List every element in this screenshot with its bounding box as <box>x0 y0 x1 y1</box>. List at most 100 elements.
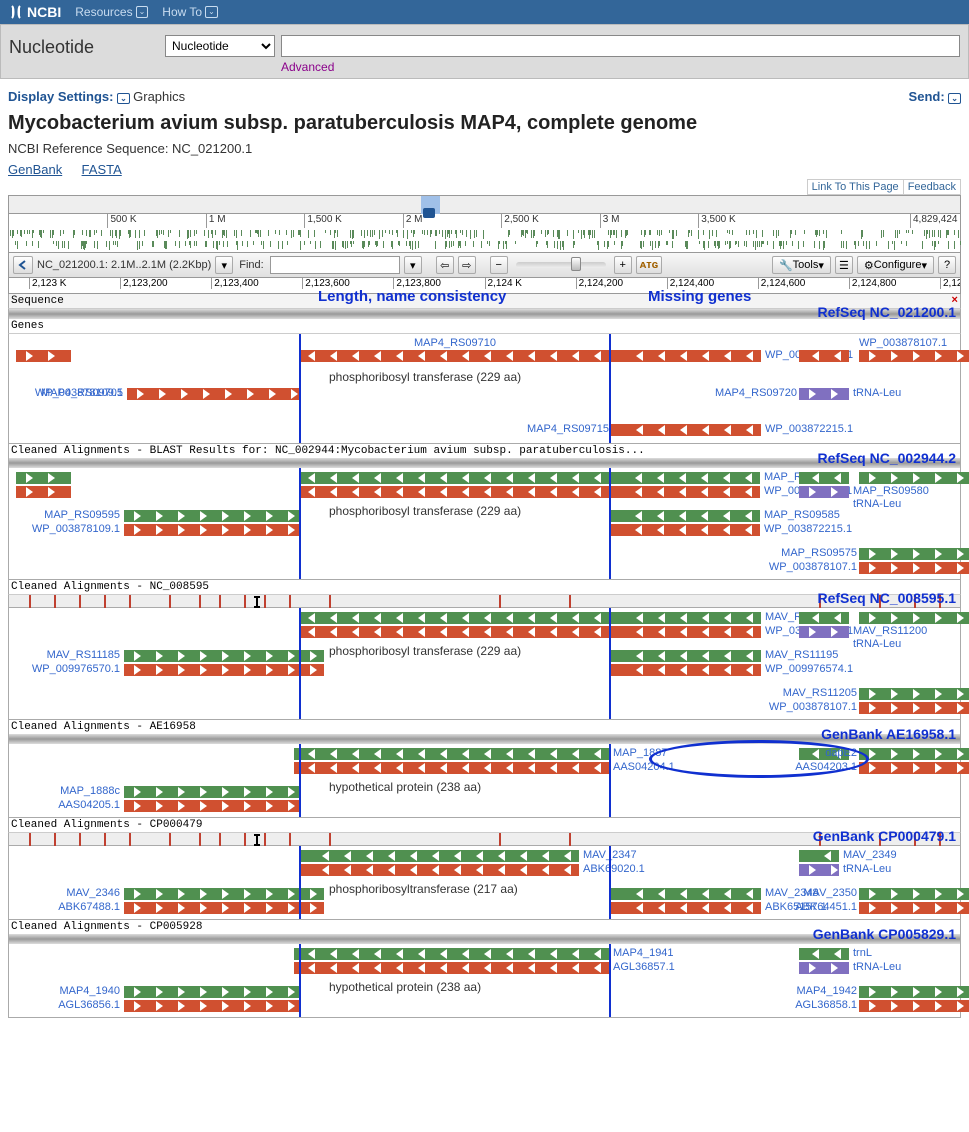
gene-feature[interactable] <box>859 702 969 714</box>
gene-label[interactable]: MAP_RS09595 <box>24 509 120 521</box>
gene-label[interactable]: MAP4_RS09710 <box>414 337 496 349</box>
gene-feature[interactable] <box>610 510 760 522</box>
gene-label[interactable]: ABK67488.1 <box>24 901 120 913</box>
tools-button[interactable]: 🔧 Tools ▾ <box>772 256 831 274</box>
gene-label[interactable]: MAP_RS09575 <box>761 547 857 559</box>
gene-label[interactable]: MAP4_1940 <box>24 985 120 997</box>
genbank-link[interactable]: GenBank <box>8 162 62 177</box>
gene-feature[interactable] <box>859 1000 969 1012</box>
gene-feature[interactable] <box>859 986 969 998</box>
gene-feature[interactable] <box>859 562 969 574</box>
gene-feature[interactable] <box>799 612 849 624</box>
gene-label[interactable]: AGL36858.1 <box>761 999 857 1011</box>
send-button[interactable]: Send: ⌄ <box>909 89 961 104</box>
gene-label[interactable]: MAP4_1941 <box>613 947 674 959</box>
gene-label[interactable]: AAS04205.1 <box>24 799 120 811</box>
zoom-seq-button[interactable]: ᴀᴛɢ <box>636 256 662 274</box>
layers-button[interactable]: ☰ <box>835 256 853 274</box>
gene-feature[interactable] <box>124 888 324 900</box>
gene-feature[interactable] <box>124 650 324 662</box>
gene-feature[interactable] <box>124 510 299 522</box>
gene-label[interactable]: MAV_RS11195 <box>765 649 838 661</box>
gene-feature[interactable] <box>294 962 609 974</box>
gene-feature[interactable] <box>611 424 761 436</box>
gene-feature[interactable] <box>799 864 839 876</box>
gene-feature[interactable] <box>299 472 609 484</box>
gene-label[interactable]: tRNA-Leu <box>853 498 901 510</box>
gene-feature[interactable] <box>610 486 760 498</box>
genome-track[interactable]: MAP4_1941AGL36857.1trnLtRNA-LeuMAP4_1940… <box>8 944 961 1018</box>
gene-label[interactable]: tRNA-Leu <box>843 863 891 875</box>
search-input[interactable] <box>281 35 960 57</box>
gene-label[interactable]: WP_003872215.1 <box>764 523 852 535</box>
gene-feature[interactable] <box>611 902 761 914</box>
gene-feature[interactable] <box>299 864 579 876</box>
find-dropdown[interactable]: ▾ <box>404 256 422 274</box>
display-settings-button[interactable]: Display Settings: ⌄ <box>8 89 130 104</box>
gene-feature[interactable] <box>127 388 299 400</box>
gene-feature[interactable] <box>859 688 969 700</box>
gene-feature[interactable] <box>294 948 609 960</box>
gene-feature[interactable] <box>859 350 969 362</box>
genome-track[interactable]: MAP4_RS09710WP_003872216.1WP_003878107.1… <box>8 334 961 444</box>
genome-track[interactable]: MAV_2347ABK69020.1MAV_2349tRNA-LeuMAV_23… <box>8 846 961 920</box>
gene-feature[interactable] <box>859 748 969 760</box>
gene-feature[interactable] <box>124 786 299 798</box>
gene-label[interactable]: MAP4_1942 <box>761 985 857 997</box>
gene-feature[interactable] <box>294 748 609 760</box>
gene-feature[interactable] <box>299 850 579 862</box>
gene-feature[interactable] <box>611 650 761 662</box>
gene-label[interactable]: MAP_RS09580 <box>853 485 929 497</box>
gene-label[interactable]: WP_003872215.1 <box>765 423 853 435</box>
gene-label[interactable]: tRNA-Leu <box>853 638 901 650</box>
gene-label[interactable]: MAV_2346 <box>24 887 120 899</box>
gene-feature[interactable] <box>611 350 761 362</box>
gene-feature[interactable] <box>16 350 71 362</box>
gene-feature[interactable] <box>299 626 609 638</box>
gene-label[interactable]: WP_003878109.1 <box>24 523 120 535</box>
gene-feature[interactable] <box>16 472 71 484</box>
gene-label[interactable]: MAV_RS11185 <box>24 649 120 661</box>
gene-feature[interactable] <box>859 548 969 560</box>
fasta-link[interactable]: FASTA <box>82 162 122 177</box>
gene-label[interactable]: WP_009976570.1 <box>24 663 120 675</box>
gene-feature[interactable] <box>124 902 324 914</box>
gene-label[interactable]: ABK64451.1 <box>761 901 857 913</box>
gene-label[interactable]: MAV_RS11205 <box>761 687 857 699</box>
gene-feature[interactable] <box>16 486 71 498</box>
gene-label[interactable]: WP_003878107.1 <box>761 561 857 573</box>
gene-feature[interactable] <box>859 762 969 774</box>
gene-feature[interactable] <box>799 962 849 974</box>
database-select[interactable]: Nucleotide <box>165 35 275 57</box>
gene-feature[interactable] <box>799 388 849 400</box>
gene-label[interactable]: tRNA-Leu <box>853 387 901 399</box>
resources-menu[interactable]: Resources⌄ <box>75 5 148 19</box>
gene-feature[interactable] <box>610 524 760 536</box>
back-button[interactable] <box>13 256 33 274</box>
location-dropdown[interactable]: ▾ <box>215 256 233 274</box>
genome-track[interactable]: MAP_RS09590WP_003872216.1MAP_RS09580tRNA… <box>8 468 961 580</box>
zoom-slider[interactable] <box>516 262 606 268</box>
gene-feature[interactable] <box>124 1000 299 1012</box>
find-input[interactable] <box>270 256 400 274</box>
gene-label[interactable]: MAP_RS09585 <box>764 509 840 521</box>
gene-feature[interactable] <box>799 948 849 960</box>
gene-label[interactable]: WP_009976574.1 <box>765 663 853 675</box>
zoom-out-button[interactable]: − <box>490 256 508 274</box>
gene-feature[interactable] <box>294 762 609 774</box>
configure-button[interactable]: ⚙ Configure ▾ <box>857 256 934 274</box>
gene-label[interactable]: WP_003878109.1 <box>27 387 123 399</box>
pan-right-button[interactable]: ⇨ <box>458 256 476 274</box>
zoom-in-button[interactable]: + <box>614 256 632 274</box>
gene-feature[interactable] <box>799 472 849 484</box>
advanced-link[interactable]: Advanced <box>281 60 334 74</box>
gene-feature[interactable] <box>124 664 324 676</box>
ncbi-logo[interactable]: NCBI <box>8 4 61 20</box>
gene-label[interactable]: trnL <box>853 947 872 959</box>
gene-label[interactable]: MAV_2349 <box>843 849 897 861</box>
gene-label[interactable]: ABK69020.1 <box>583 863 645 875</box>
zoom-thumb[interactable] <box>571 257 581 271</box>
gene-label[interactable]: WP_003878107.1 <box>859 337 947 349</box>
gene-label[interactable]: MAP4_RS09720 <box>701 387 797 399</box>
pan-left-button[interactable]: ⇦ <box>436 256 454 274</box>
